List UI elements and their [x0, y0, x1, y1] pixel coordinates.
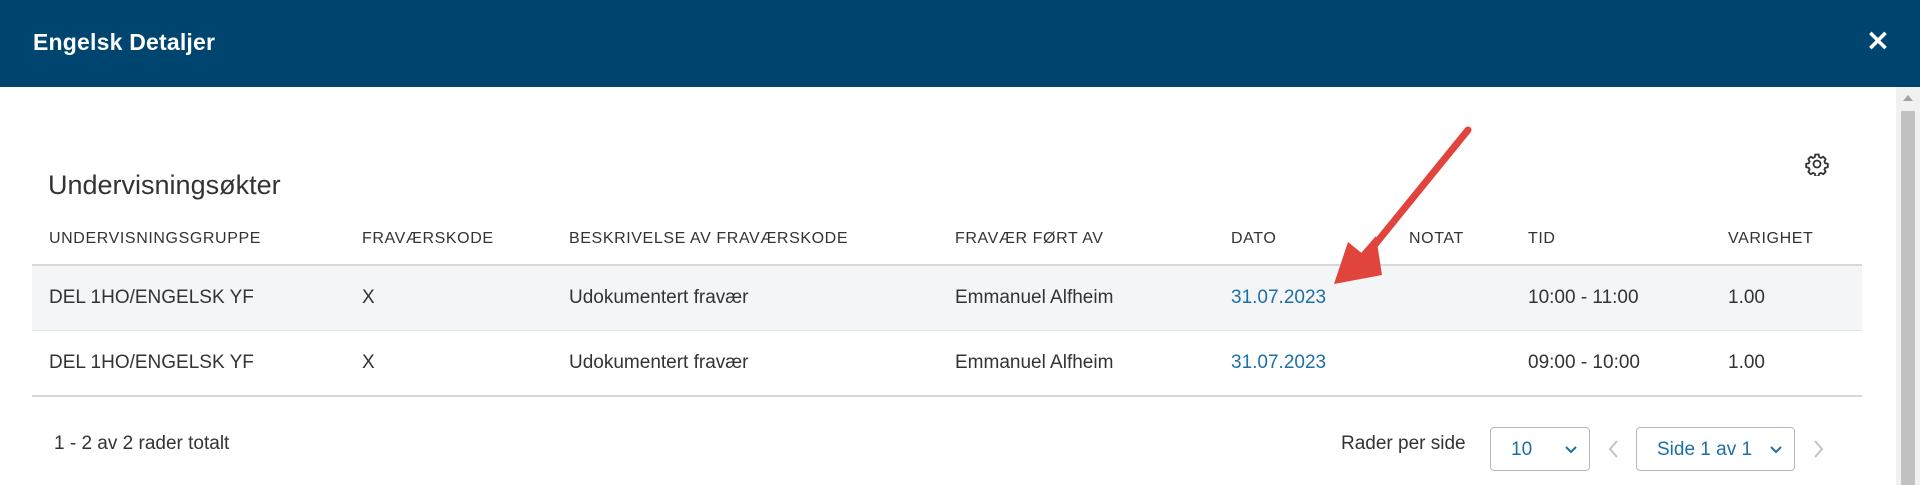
table-cell: X: [345, 330, 552, 397]
dialog-title: Engelsk Detaljer: [33, 29, 216, 55]
table-header-row: UNDERVISNINGSGRUPPE FRAVÆRSKODE BESKRIVE…: [32, 214, 1862, 266]
table-cell: 1.00: [1711, 265, 1862, 331]
table-cell: [1392, 265, 1511, 331]
date-link[interactable]: 31.07.2023: [1231, 352, 1326, 373]
table-row[interactable]: DEL 1HO/ENGELSK YF X Udokumentert fravær…: [32, 265, 1862, 331]
rows-per-page-label: Rader per side: [1341, 433, 1466, 454]
page-value: Side 1 av 1: [1657, 439, 1753, 460]
column-header[interactable]: TID: [1511, 214, 1711, 266]
page-select[interactable]: Side 1 av 1: [1636, 427, 1795, 471]
table-cell: DEL 1HO/ENGELSK YF: [32, 265, 345, 331]
table-cell: X: [345, 265, 552, 331]
table-cell: Emmanuel Alfheim: [938, 265, 1214, 331]
column-header[interactable]: BESKRIVELSE AV FRAVÆRSKODE: [552, 214, 938, 266]
chevron-down-icon: [1770, 446, 1782, 454]
scrollbar-thumb[interactable]: [1901, 111, 1915, 485]
gear-icon[interactable]: [1805, 152, 1829, 176]
close-icon[interactable]: ×: [1863, 26, 1893, 56]
column-header[interactable]: FRAVÆRSKODE: [345, 214, 552, 266]
table-cell: 1.00: [1711, 330, 1862, 397]
rows-per-page-select[interactable]: 10: [1490, 427, 1590, 471]
rows-per-page-value: 10: [1511, 439, 1533, 460]
scroll-up-icon[interactable]: [1903, 95, 1913, 101]
table-cell: Udokumentert fravær: [552, 265, 938, 331]
section-title: Undervisningsøkter: [48, 170, 281, 201]
table-cell: [1392, 330, 1511, 397]
chevron-down-icon: [1565, 446, 1577, 454]
chevron-left-icon[interactable]: [1604, 438, 1624, 460]
date-link[interactable]: 31.07.2023: [1231, 287, 1326, 308]
chevron-right-icon[interactable]: [1808, 438, 1828, 460]
table-cell: Udokumentert fravær: [552, 330, 938, 397]
column-header[interactable]: UNDERVISNINGSGRUPPE: [32, 214, 345, 266]
table-cell: 09:00 - 10:00: [1511, 330, 1711, 397]
sessions-table: UNDERVISNINGSGRUPPE FRAVÆRSKODE BESKRIVE…: [32, 214, 1862, 397]
table-row[interactable]: DEL 1HO/ENGELSK YF X Udokumentert fravær…: [32, 330, 1862, 397]
dialog-header: Engelsk Detaljer ×: [0, 0, 1920, 87]
column-header[interactable]: NOTAT: [1392, 214, 1511, 266]
column-header[interactable]: DATO: [1214, 214, 1392, 266]
column-header[interactable]: FRAVÆR FØRT AV: [938, 214, 1214, 266]
row-count-text: 1 - 2 av 2 rader totalt: [54, 433, 230, 454]
table-cell: 10:00 - 11:00: [1511, 265, 1711, 331]
table-cell: Emmanuel Alfheim: [938, 330, 1214, 397]
vertical-scrollbar[interactable]: [1896, 87, 1920, 485]
table-cell: 31.07.2023: [1214, 265, 1392, 331]
table-cell: 31.07.2023: [1214, 330, 1392, 397]
column-header[interactable]: VARIGHET: [1711, 214, 1862, 266]
table-cell: DEL 1HO/ENGELSK YF: [32, 330, 345, 397]
